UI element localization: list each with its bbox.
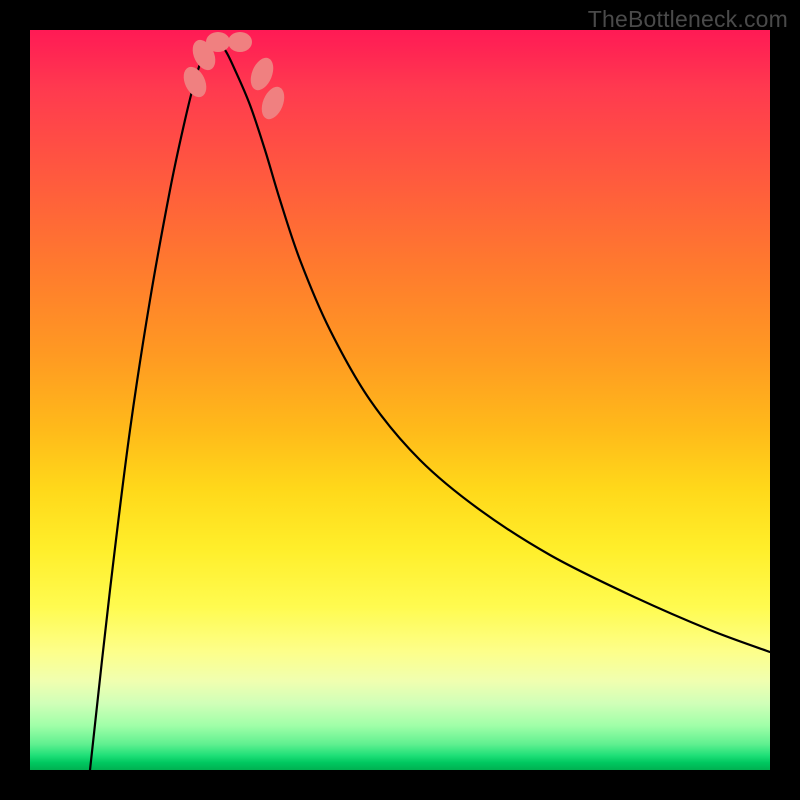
curve-path xyxy=(90,41,770,770)
chart-frame: TheBottleneck.com xyxy=(0,0,800,800)
curve-layer xyxy=(30,30,770,770)
curve-marker xyxy=(246,54,277,93)
bottleneck-curve xyxy=(90,41,770,770)
curve-markers xyxy=(179,32,288,123)
curve-marker xyxy=(228,32,252,52)
watermark-text: TheBottleneck.com xyxy=(588,6,788,33)
curve-marker xyxy=(257,83,288,122)
curve-marker xyxy=(206,32,230,52)
plot-area xyxy=(30,30,770,770)
